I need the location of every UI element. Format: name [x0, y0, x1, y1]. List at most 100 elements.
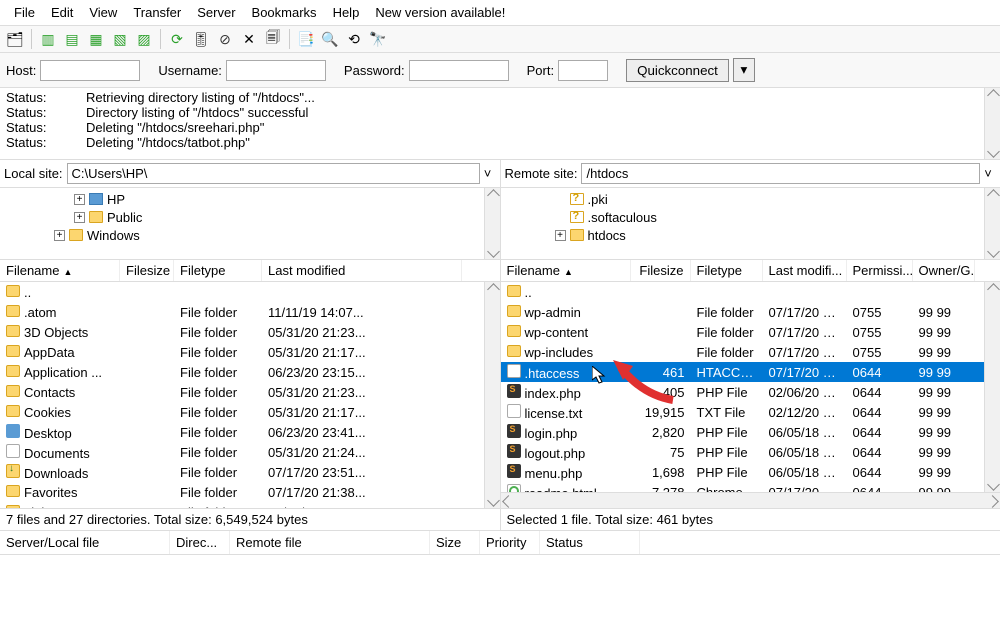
- chevron-down-icon[interactable]: ˅: [480, 166, 496, 181]
- list-item[interactable]: license.txt19,915TXT File02/12/20 2...06…: [501, 402, 1000, 422]
- remote-path-input[interactable]: [581, 163, 980, 184]
- scrollbar-vertical[interactable]: [984, 282, 1000, 492]
- layout5-icon[interactable]: ▨: [133, 28, 155, 50]
- scrollbar-vertical[interactable]: [984, 88, 1000, 159]
- menu-bookmarks[interactable]: Bookmarks: [244, 3, 325, 22]
- disconnect-icon[interactable]: ✕: [238, 28, 260, 50]
- col-header[interactable]: Status: [540, 531, 640, 554]
- list-item[interactable]: DesktopFile folder06/23/20 23:41...: [0, 422, 500, 442]
- sync-icon[interactable]: ⟲: [343, 28, 365, 50]
- tree-item[interactable]: .pki: [505, 190, 997, 208]
- list-item[interactable]: LinksFile folder05/31/20 21:24...: [0, 502, 500, 508]
- menu-newversionavailable[interactable]: New version available!: [367, 3, 513, 22]
- search-icon[interactable]: 🔍: [319, 28, 341, 50]
- col-header[interactable]: Priority: [480, 531, 540, 554]
- layout1-icon[interactable]: ▥: [37, 28, 59, 50]
- queue-header[interactable]: Server/Local fileDirec...Remote fileSize…: [0, 530, 1000, 555]
- quickconnect-dropdown[interactable]: ▾: [733, 58, 755, 82]
- host-input[interactable]: [40, 60, 140, 81]
- col-header[interactable]: Filename▲: [501, 260, 631, 281]
- list-item[interactable]: menu.php1,698PHP File06/05/18 2...064499…: [501, 462, 1000, 482]
- local-file-list[interactable]: ...atomFile folder11/11/19 14:07...3D Ob…: [0, 282, 500, 508]
- list-item[interactable]: ..: [501, 282, 1000, 302]
- log-line: Status:Deleting "/htdocs/tatbot.php": [6, 135, 994, 150]
- col-header[interactable]: Filename▲: [0, 260, 120, 281]
- menu-server[interactable]: Server: [189, 3, 243, 22]
- col-header[interactable]: Server/Local file: [0, 531, 170, 554]
- chevron-down-icon[interactable]: ˅: [980, 166, 996, 181]
- menu-edit[interactable]: Edit: [43, 3, 81, 22]
- list-item[interactable]: login.php2,820PHP File06/05/18 2...06449…: [501, 422, 1000, 442]
- remote-file-list[interactable]: ..wp-adminFile folder07/17/20 2...075599…: [501, 282, 1000, 492]
- col-header[interactable]: Direc...: [170, 531, 230, 554]
- col-header[interactable]: Filesize: [120, 260, 174, 281]
- refresh-icon[interactable]: ⟳: [166, 28, 188, 50]
- col-header[interactable]: Owner/G...: [913, 260, 975, 281]
- tree-item[interactable]: +Windows: [4, 226, 496, 244]
- list-item[interactable]: FavoritesFile folder07/17/20 21:38...: [0, 482, 500, 502]
- filter-icon[interactable]: 🎚: [190, 28, 212, 50]
- col-header[interactable]: Filetype: [691, 260, 763, 281]
- tree-item[interactable]: .softaculous: [505, 208, 997, 226]
- remote-list-header[interactable]: Filename▲FilesizeFiletypeLast modifi...P…: [501, 260, 1000, 282]
- queue-body[interactable]: [0, 555, 1000, 595]
- menu-help[interactable]: Help: [325, 3, 368, 22]
- tree-item[interactable]: +Public: [4, 208, 496, 226]
- list-item[interactable]: DocumentsFile folder05/31/20 21:24...: [0, 442, 500, 462]
- list-item[interactable]: wp-adminFile folder07/17/20 2...075599 9…: [501, 302, 1000, 322]
- list-item[interactable]: AppDataFile folder05/31/20 21:17...: [0, 342, 500, 362]
- col-header[interactable]: Filesize: [631, 260, 691, 281]
- tree-item[interactable]: +HP: [4, 190, 496, 208]
- quickconnect-button[interactable]: Quickconnect: [626, 59, 729, 82]
- col-header[interactable]: Permissi...: [847, 260, 913, 281]
- list-item[interactable]: wp-includesFile folder07/17/20 2...07559…: [501, 342, 1000, 362]
- col-header[interactable]: Last modifi...: [763, 260, 847, 281]
- list-item[interactable]: DownloadsFile folder07/17/20 23:51...: [0, 462, 500, 482]
- user-label: Username:: [158, 63, 222, 78]
- local-list-header[interactable]: Filename▲FilesizeFiletypeLast modified: [0, 260, 500, 282]
- remote-tree[interactable]: .pki.softaculous+htdocs: [501, 188, 1000, 260]
- col-header[interactable]: Size: [430, 531, 480, 554]
- col-header[interactable]: Remote file: [230, 531, 430, 554]
- user-input[interactable]: [226, 60, 326, 81]
- remote-panel: Remote site: ˅ .pki.softaculous+htdocs F…: [501, 160, 1000, 530]
- list-item[interactable]: readme.html7,278Chrome ...07/17/20 2...0…: [501, 482, 1000, 492]
- port-input[interactable]: [558, 60, 608, 81]
- compare-icon[interactable]: 📑: [295, 28, 317, 50]
- local-panel: Local site: ˅ +HP+Public+Windows Filenam…: [0, 160, 501, 530]
- list-item[interactable]: 3D ObjectsFile folder05/31/20 21:23...: [0, 322, 500, 342]
- list-item[interactable]: CookiesFile folder05/31/20 21:17...: [0, 402, 500, 422]
- log-line: Status:Deleting "/htdocs/sreehari.php": [6, 120, 994, 135]
- sitemanager-icon[interactable]: 🗂: [4, 28, 26, 50]
- layout2-icon[interactable]: ▤: [61, 28, 83, 50]
- scrollbar-horizontal[interactable]: [501, 492, 1000, 508]
- pass-label: Password:: [344, 63, 405, 78]
- list-item[interactable]: logout.php75PHP File06/05/18 2...064499 …: [501, 442, 1000, 462]
- scrollbar-vertical[interactable]: [484, 282, 500, 508]
- log-pane: Status:Retrieving directory listing of "…: [0, 88, 1000, 160]
- binoculars-icon[interactable]: 🔭: [367, 28, 389, 50]
- list-item[interactable]: wp-contentFile folder07/17/20 2...075599…: [501, 322, 1000, 342]
- tree-item[interactable]: +htdocs: [505, 226, 997, 244]
- pass-input[interactable]: [409, 60, 509, 81]
- menu-view[interactable]: View: [81, 3, 125, 22]
- list-item[interactable]: ..: [0, 282, 500, 302]
- local-site-label: Local site:: [4, 166, 63, 181]
- menu-transfer[interactable]: Transfer: [125, 3, 189, 22]
- col-header[interactable]: Filetype: [174, 260, 262, 281]
- list-item[interactable]: ContactsFile folder05/31/20 21:23...: [0, 382, 500, 402]
- list-item[interactable]: .atomFile folder11/11/19 14:07...: [0, 302, 500, 322]
- scrollbar-vertical[interactable]: [984, 188, 1000, 259]
- local-path-input[interactable]: [67, 163, 480, 184]
- layout3-icon[interactable]: ▦: [85, 28, 107, 50]
- local-tree[interactable]: +HP+Public+Windows: [0, 188, 500, 260]
- layout4-icon[interactable]: ▧: [109, 28, 131, 50]
- reconnect-icon[interactable]: 🗐: [262, 28, 284, 50]
- scrollbar-vertical[interactable]: [484, 188, 500, 259]
- cancel-icon[interactable]: ⊘: [214, 28, 236, 50]
- list-item[interactable]: Application ...File folder06/23/20 23:15…: [0, 362, 500, 382]
- list-item[interactable]: index.php405PHP File02/06/20 1...064499 …: [501, 382, 1000, 402]
- list-item[interactable]: .htaccess461HTACCE...07/17/20 2...064499…: [501, 362, 1000, 382]
- menu-file[interactable]: File: [6, 3, 43, 22]
- col-header[interactable]: Last modified: [262, 260, 462, 281]
